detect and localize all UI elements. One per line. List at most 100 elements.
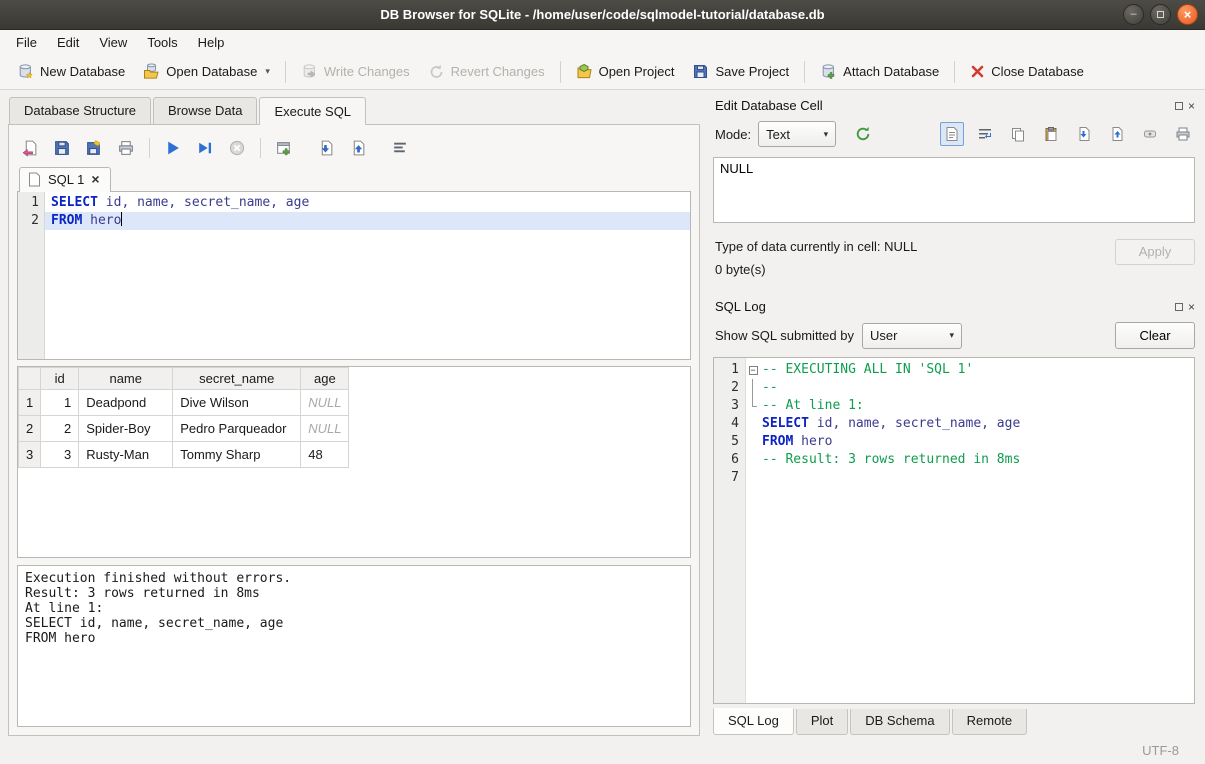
cell-age[interactable]: 48 [301,442,349,468]
float-dock-icon[interactable] [1175,102,1183,110]
sql-toolbar-separator [149,138,150,158]
revert-changes-button: Revert Changes [419,59,554,84]
cell-name[interactable]: Spider-Boy [79,416,173,442]
float-dock-icon[interactable] [1175,303,1183,311]
menu-help[interactable]: Help [188,32,235,53]
print-sql-button[interactable] [113,135,139,161]
export-sql-icon [349,139,367,157]
format-sql-button[interactable] [387,135,413,161]
fold-marker[interactable]: − [746,361,760,379]
column-header-id[interactable]: id [41,368,79,390]
maximize-button[interactable] [1150,4,1171,25]
import-sql-button[interactable] [313,135,339,161]
edit-cell-toolbar [940,122,1195,146]
sql-tab-1[interactable]: SQL 1 × [19,167,111,192]
word-wrap-button[interactable] [973,122,997,146]
sql-tab-close-icon[interactable]: × [91,174,99,185]
cell-id[interactable]: 2 [41,416,79,442]
text-cursor [121,212,122,226]
menu-edit[interactable]: Edit [47,32,89,53]
set-null-icon [1143,127,1157,141]
set-null-button[interactable] [1138,122,1162,146]
close-dock-icon[interactable]: × [1188,102,1195,110]
menu-file[interactable]: File [6,32,47,53]
sql-log-view[interactable]: 1 − -- EXECUTING ALL IN 'SQL 1' 2 -- 3 -… [713,357,1195,704]
tab-db-schema[interactable]: DB Schema [850,709,949,735]
minimize-button[interactable]: – [1123,4,1144,25]
chevron-down-icon: ▾ [824,129,829,140]
log-line-number: 3 [714,397,746,415]
tab-execute-sql[interactable]: Execute SQL [259,97,366,125]
cell-secret-name[interactable]: Pedro Parqueador [173,416,301,442]
tab-remote[interactable]: Remote [952,709,1028,735]
copy-cell-button[interactable] [1006,122,1030,146]
close-database-button[interactable]: Close Database [961,60,1093,83]
filter-label: Show SQL submitted by [715,328,854,343]
execute-all-button[interactable] [160,135,186,161]
clear-log-button[interactable]: Clear [1115,322,1195,349]
cell-secret-name[interactable]: Dive Wilson [173,390,301,416]
window-controls: – × [1123,4,1198,25]
row-number[interactable]: 2 [19,416,41,442]
execution-message-area[interactable]: Execution finished without errors. Resul… [17,565,691,727]
column-header-name[interactable]: name [79,368,173,390]
format-sql-icon [391,139,409,157]
open-database-dropdown-icon[interactable]: ▾ [265,66,270,77]
open-database-button[interactable]: Open Database ▾ [134,59,279,84]
open-project-button[interactable]: Open Project [567,59,684,84]
close-dock-icon[interactable]: × [1188,303,1195,311]
execute-current-line-button[interactable] [192,135,218,161]
cell-id[interactable]: 1 [41,390,79,416]
row-number[interactable]: 3 [19,442,41,468]
cell-value-editor[interactable]: NULL [713,157,1195,223]
export-cell-data-button[interactable] [1105,122,1129,146]
corner-cell [19,368,41,390]
sql-code-editor[interactable]: 1 2 SELECT id, name, secret_name, age FR… [17,191,691,360]
save-sql-file-button[interactable] [49,135,75,161]
row-number[interactable]: 1 [19,390,41,416]
cell-age[interactable]: NULL [301,390,349,416]
results-grid-area: id name secret_name age 1 1 Deadpond Div… [17,366,691,558]
cell-name[interactable]: Deadpond [79,390,173,416]
submitted-by-select[interactable]: User ▾ [862,323,962,349]
export-sql-button[interactable] [345,135,371,161]
table-row: 2 2 Spider-Boy Pedro Parqueador NULL [19,416,349,442]
import-cell-data-button[interactable] [1072,122,1096,146]
print-cell-button[interactable] [1171,122,1195,146]
attach-database-button[interactable]: Attach Database [811,59,948,84]
column-header-age[interactable]: age [301,368,349,390]
results-table: id name secret_name age 1 1 Deadpond Div… [18,367,349,468]
new-sql-tab-button[interactable] [271,135,297,161]
menu-view[interactable]: View [89,32,137,53]
new-database-button[interactable]: New Database [8,59,134,84]
new-sql-tab-icon [275,139,293,157]
close-button[interactable]: × [1177,4,1198,25]
editor-code[interactable]: SELECT id, name, secret_name, age FROM h… [45,192,690,359]
text-mode-icon [944,126,960,142]
edit-cell-header: Edit Database Cell × [711,98,1197,117]
tab-browse-data[interactable]: Browse Data [153,97,257,125]
word-wrap-icon [977,126,993,142]
menu-tools[interactable]: Tools [137,32,187,53]
auto-update-button[interactable] [850,121,876,147]
cell-id[interactable]: 3 [41,442,79,468]
paste-cell-button[interactable] [1039,122,1063,146]
save-project-button[interactable]: Save Project [683,59,798,84]
save-project-label: Save Project [715,64,789,79]
tab-plot[interactable]: Plot [796,709,848,735]
write-changes-button: Write Changes [292,59,419,84]
cell-age[interactable]: NULL [301,416,349,442]
save-sql-as-button[interactable] [81,135,107,161]
log-line: 5 FROM hero [714,433,1194,451]
cell-secret-name[interactable]: Tommy Sharp [173,442,301,468]
log-comment: -- At line 1: [760,397,864,415]
tab-database-structure[interactable]: Database Structure [9,97,151,125]
new-database-label: New Database [40,64,125,79]
tab-sql-log[interactable]: SQL Log [713,708,794,735]
column-header-secret-name[interactable]: secret_name [173,368,301,390]
mode-select[interactable]: Text ▾ [758,121,836,147]
open-sql-file-button[interactable] [17,135,43,161]
text-mode-button[interactable] [940,122,964,146]
cell-name[interactable]: Rusty-Man [79,442,173,468]
sql-tab-label: SQL 1 [48,172,84,187]
